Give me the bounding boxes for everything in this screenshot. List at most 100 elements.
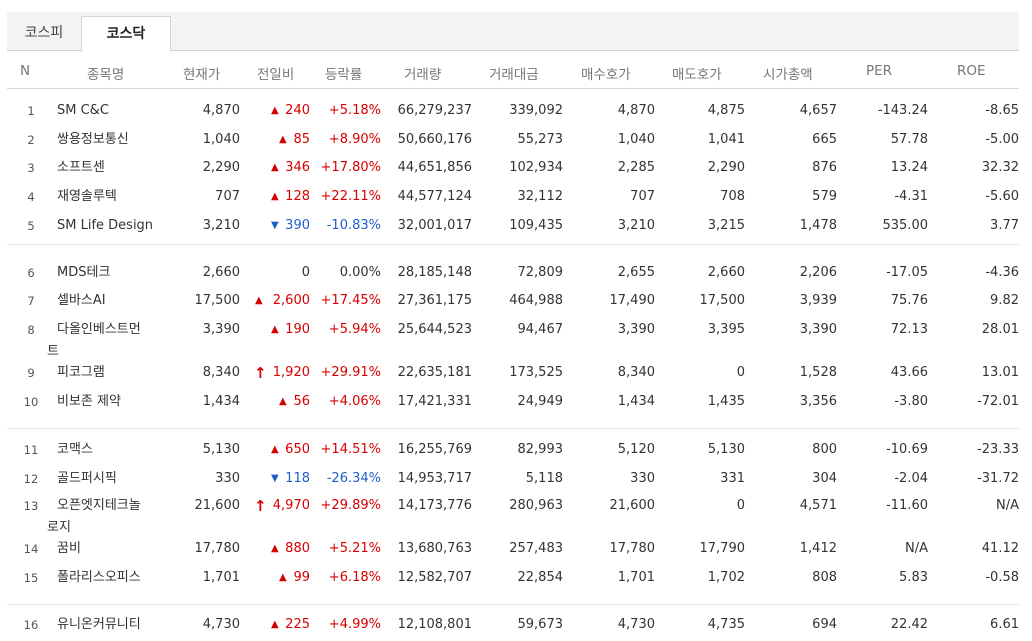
trade-amount: 257,483 — [509, 541, 563, 556]
volume: 17,421,331 — [397, 394, 472, 409]
volume: 28,185,148 — [397, 265, 472, 280]
stock-name-link[interactable]: 오픈엣지테크놀 — [57, 494, 141, 518]
roe-value: 6.61 — [990, 617, 1019, 632]
up-triangle-icon: ▲ — [271, 619, 279, 630]
trade-amount: 464,988 — [509, 293, 563, 308]
header-change-rate[interactable]: 등락률 — [325, 63, 362, 83]
roe-value: -72.01 — [977, 394, 1019, 409]
header-roe[interactable]: ROE — [957, 63, 986, 79]
up-triangle-icon: ▲ — [279, 396, 287, 407]
stock-name-link[interactable]: 유니온커뮤니티 — [57, 613, 141, 637]
row-number: 14 — [23, 542, 39, 556]
stock-name-wrap[interactable]: 트 — [47, 340, 59, 359]
current-price: 17,500 — [194, 293, 241, 308]
ask-price: 17,500 — [699, 293, 746, 308]
stock-name-link[interactable]: 골드퍼시픽 — [57, 467, 117, 491]
up-triangle-icon: ▲ — [279, 572, 287, 583]
table-row: 5 SM Life Design 3,210 -10.83% 32,001,017 109… — [0, 214, 1032, 238]
volume: 16,255,769 — [397, 442, 472, 457]
per-value: -4.31 — [894, 189, 928, 204]
header-trade-amount[interactable]: 거래대금 — [489, 63, 539, 83]
market-cap: 665 — [812, 132, 837, 147]
header-current-price[interactable]: 현재가 — [183, 63, 220, 83]
header-change[interactable]: 전일비 — [257, 63, 294, 83]
market-cap: 1,478 — [799, 218, 837, 233]
header-bid[interactable]: 매수호가 — [581, 63, 631, 83]
tab-kospi[interactable]: 코스피 — [7, 12, 81, 50]
stock-name-link[interactable]: 코맥스 — [57, 438, 93, 462]
stock-name-wrap[interactable]: 로지 — [47, 516, 71, 535]
header-volume[interactable]: 거래량 — [404, 63, 441, 83]
ask-price: 1,041 — [707, 132, 745, 147]
tab-kosdaq[interactable]: 코스닥 — [81, 16, 171, 52]
volume: 12,108,801 — [397, 617, 472, 632]
per-value: 75.76 — [890, 293, 928, 308]
current-price: 3,210 — [202, 218, 240, 233]
row-number: 2 — [27, 133, 35, 147]
header-ask[interactable]: 매도호가 — [672, 63, 722, 83]
market-cap: 808 — [812, 570, 837, 585]
table-row: 8 다올인베스트먼 3,390 +5.94% 25,644,523 94,467 3,390… — [0, 318, 1032, 359]
header-per[interactable]: PER — [866, 63, 892, 79]
up-triangle-icon: ▲ — [271, 324, 279, 335]
stock-name-link[interactable]: 다올인베스트먼 — [57, 318, 141, 342]
bid-price: 3,390 — [617, 322, 655, 337]
current-price: 4,870 — [202, 103, 240, 118]
header-market-cap[interactable]: 시가총액 — [763, 63, 813, 83]
stock-name-link[interactable]: 재영솔루텍 — [57, 185, 117, 209]
bid-price: 5,120 — [617, 442, 655, 457]
stock-name-link[interactable]: SM Life Design — [57, 214, 153, 238]
ask-price: 4,735 — [707, 617, 745, 632]
row-number: 10 — [23, 395, 39, 409]
group-divider — [7, 428, 1019, 429]
change-rate: +5.21% — [328, 541, 381, 556]
stock-name-link[interactable]: SM C&C — [57, 99, 109, 123]
market-cap: 1,528 — [799, 365, 837, 380]
stock-name-link[interactable]: 꿈비 — [57, 537, 81, 561]
row-number: 3 — [27, 161, 35, 175]
market-cap: 3,356 — [799, 394, 837, 409]
per-value: 5.83 — [899, 570, 928, 585]
volume: 14,953,717 — [397, 471, 472, 486]
per-value: -10.69 — [886, 442, 928, 457]
up-triangle-icon: ▲ — [271, 162, 279, 173]
trade-amount: 55,273 — [517, 132, 564, 147]
table-row: 10 비보존 제약 1,434 +4.06% 17,421,331 24,949 1,434… — [0, 390, 1032, 414]
stock-name-link[interactable]: 피코그램 — [57, 361, 105, 385]
change-value: 118 — [285, 471, 310, 486]
upper-limit-arrow-icon: ↑ — [254, 497, 267, 515]
stock-name-link[interactable]: 폴라리스오피스 — [57, 566, 141, 590]
bid-price: 1,040 — [617, 132, 655, 147]
row-number: 5 — [27, 219, 35, 233]
current-price: 21,600 — [194, 498, 241, 513]
volume: 12,582,707 — [397, 570, 472, 585]
per-value: -143.24 — [877, 103, 928, 118]
stock-name-link[interactable]: 쌍용정보통신 — [57, 128, 129, 152]
stock-name-link[interactable]: 소프트센 — [57, 156, 105, 180]
roe-value: -4.36 — [985, 265, 1019, 280]
header-name[interactable]: 종목명 — [87, 63, 124, 83]
table-row: 2 쌍용정보통신 1,040 +8.90% 50,660,176 55,273 1,040 1… — [0, 128, 1032, 152]
roe-value: 3.77 — [990, 218, 1019, 233]
current-price: 2,660 — [202, 265, 240, 280]
roe-value: -5.60 — [985, 189, 1019, 204]
stock-name-link[interactable]: MDS테크 — [57, 261, 110, 285]
ask-price: 3,395 — [707, 322, 745, 337]
per-value: 535.00 — [882, 218, 929, 233]
row-number: 1 — [27, 104, 35, 118]
change-rate: +5.18% — [328, 103, 381, 118]
trade-amount: 22,854 — [517, 570, 564, 585]
stock-name-link[interactable]: 비보존 제약 — [57, 390, 121, 414]
up-triangle-icon: ▲ — [279, 134, 287, 145]
current-price: 8,340 — [202, 365, 240, 380]
ask-price: 2,290 — [707, 160, 745, 175]
up-triangle-icon: ▲ — [271, 444, 279, 455]
bid-price: 1,701 — [617, 570, 655, 585]
ask-price: 4,875 — [707, 103, 745, 118]
change-rate: +17.45% — [320, 293, 381, 308]
ask-price: 708 — [720, 189, 745, 204]
ask-price: 1,435 — [707, 394, 745, 409]
volume: 13,680,763 — [397, 541, 472, 556]
change-rate: -10.83% — [326, 218, 381, 233]
stock-name-link[interactable]: 셀바스AI — [57, 289, 106, 313]
